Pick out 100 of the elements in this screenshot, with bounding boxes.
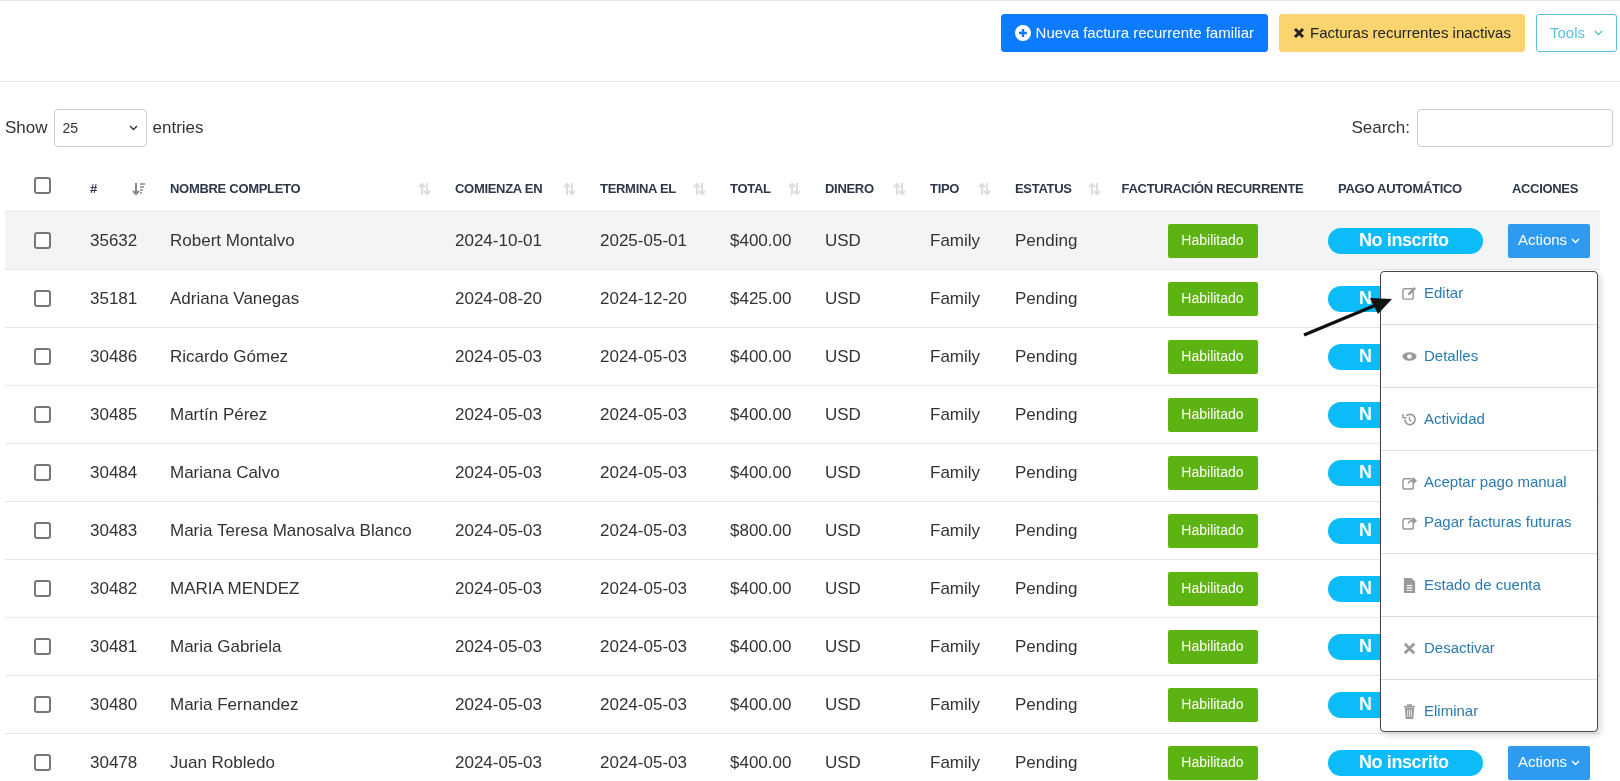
table-cell-text: 2024-05-03	[455, 693, 542, 716]
table-cell-text: Pending	[1015, 577, 1078, 600]
table-cell-text: 2024-05-03	[455, 519, 542, 542]
sort-descending-icon[interactable]	[132, 181, 146, 196]
table-cell-text: Family	[930, 287, 981, 310]
table-cell-text: $800.00	[730, 519, 792, 542]
status-badge: Habilitado	[1167, 281, 1258, 316]
table-cell-text: USD	[825, 345, 861, 368]
search-label: Search:	[1351, 117, 1410, 140]
column-header[interactable]: TIPO	[930, 178, 960, 199]
checkbox[interactable]	[34, 348, 51, 365]
table-cell-text: 2024-05-03	[600, 403, 687, 426]
chevron-down-icon	[1594, 30, 1603, 36]
table-cell-text: 30485	[90, 403, 138, 426]
table-cell-text: 2024-12-20	[600, 287, 687, 310]
table-cell-text: 2024-05-03	[455, 403, 542, 426]
checkbox[interactable]	[34, 177, 51, 194]
status-badge: Habilitado	[1167, 339, 1258, 374]
checkbox[interactable]	[34, 464, 51, 481]
table-cell-text: USD	[825, 287, 861, 310]
table-cell-text: MARIA MENDEZ	[170, 577, 300, 600]
table-cell-text: 30483	[90, 519, 138, 542]
search-field[interactable]	[1417, 109, 1613, 147]
table-cell-text: USD	[825, 403, 861, 426]
column-header[interactable]: PAGO AUTOMÁTICO	[1338, 178, 1462, 199]
checkbox[interactable]	[34, 638, 51, 655]
table-cell-text: Pending	[1015, 403, 1078, 426]
table-cell-text: $400.00	[730, 461, 792, 484]
table-cell-text: Ricardo Gómez	[170, 345, 289, 368]
column-header[interactable]: FACTURACIÓN RECURRENTE	[1121, 178, 1304, 199]
table-cell-text: 2024-05-03	[455, 345, 542, 368]
column-header[interactable]: NOMBRE COMPLETO	[170, 178, 301, 199]
close-icon	[1293, 27, 1306, 39]
table-cell-text: Family	[930, 693, 981, 716]
table-cell-text: Adriana Vanegas	[170, 287, 300, 310]
status-badge: Habilitado	[1167, 745, 1258, 780]
autopay-badge: No inscrito	[1328, 227, 1483, 254]
table-cell-text: Family	[930, 751, 981, 774]
table-cell-text: 2024-05-03	[600, 345, 687, 368]
column-header[interactable]: COMIENZA EN	[455, 178, 543, 199]
table-cell-text: USD	[825, 461, 861, 484]
table-cell-text: Pending	[1015, 345, 1078, 368]
table-cell-text: 2025-05-01	[600, 229, 687, 252]
entries-label: entries	[152, 117, 204, 140]
table-cell-text: $400.00	[730, 577, 792, 600]
table-cell-text: $425.00	[730, 287, 792, 310]
table-cell-text: 2024-05-03	[600, 519, 687, 542]
table-cell-text: 2024-10-01	[455, 229, 542, 252]
table-cell-text: 30484	[90, 461, 138, 484]
table-cell-text: Family	[930, 635, 981, 658]
table-cell-text: Pending	[1015, 287, 1078, 310]
table-cell-text: 30486	[90, 345, 138, 368]
table-cell-text: 35632	[90, 229, 138, 252]
table-cell-text: Family	[930, 461, 981, 484]
table-cell-text: Pending	[1015, 751, 1078, 774]
status-badge: Habilitado	[1167, 397, 1258, 432]
table-cell-text: 35181	[90, 287, 138, 310]
checkbox[interactable]	[34, 232, 51, 249]
checkbox[interactable]	[34, 696, 51, 713]
column-header[interactable]: ACCIONES	[1511, 178, 1579, 199]
table-cell-text: 2024-05-03	[455, 751, 542, 774]
table-cell-text: 2024-05-03	[455, 461, 542, 484]
show-label: Show	[5, 117, 48, 140]
new-invoice-button[interactable]: Nueva factura recurrente familiar	[1000, 14, 1269, 52]
table-cell-text: Family	[930, 229, 981, 252]
checkbox[interactable]	[34, 406, 51, 423]
status-badge: Habilitado	[1167, 687, 1258, 722]
table-cell-text: $400.00	[730, 345, 792, 368]
checkbox[interactable]	[34, 580, 51, 597]
column-header[interactable]: DINERO	[825, 178, 874, 199]
table-cell-text: Pending	[1015, 635, 1078, 658]
checkbox[interactable]	[34, 522, 51, 539]
table-cell-text: $400.00	[730, 635, 792, 658]
column-header[interactable]: #	[90, 178, 97, 199]
column-header[interactable]: ESTATUS	[1015, 178, 1072, 199]
column-header[interactable]: TERMINA EL	[600, 178, 676, 199]
table-cell-text: Pending	[1015, 229, 1078, 252]
table-cell-text: 30481	[90, 635, 138, 658]
document-icon	[1402, 577, 1417, 593]
checkbox[interactable]	[34, 290, 51, 307]
table-cell-text: Robert Montalvo	[170, 229, 295, 252]
table-cell-text: Pending	[1015, 519, 1078, 542]
table-cell-text: Mariana Calvo	[170, 461, 280, 484]
table-cell-text: Family	[930, 519, 981, 542]
table-cell-text: Pending	[1015, 461, 1078, 484]
checkbox[interactable]	[34, 754, 51, 771]
column-header[interactable]: TOTAL	[730, 178, 771, 199]
plus-circle-icon	[1014, 25, 1031, 41]
edit-icon	[1402, 285, 1417, 301]
table-cell-text: Family	[930, 345, 981, 368]
table-cell-text: $400.00	[730, 403, 792, 426]
table-cell-text: Maria Fernandez	[170, 693, 299, 716]
table-cell-text: 30482	[90, 577, 138, 600]
table-cell-text: USD	[825, 693, 861, 716]
table-cell-text: 2024-05-03	[600, 577, 687, 600]
page-size-select[interactable]: 25	[53, 109, 147, 147]
status-badge: Habilitado	[1167, 629, 1258, 664]
table-cell-text: 2024-05-03	[600, 635, 687, 658]
table-cell-text: $400.00	[730, 751, 792, 774]
table-cell-text: USD	[825, 751, 861, 774]
